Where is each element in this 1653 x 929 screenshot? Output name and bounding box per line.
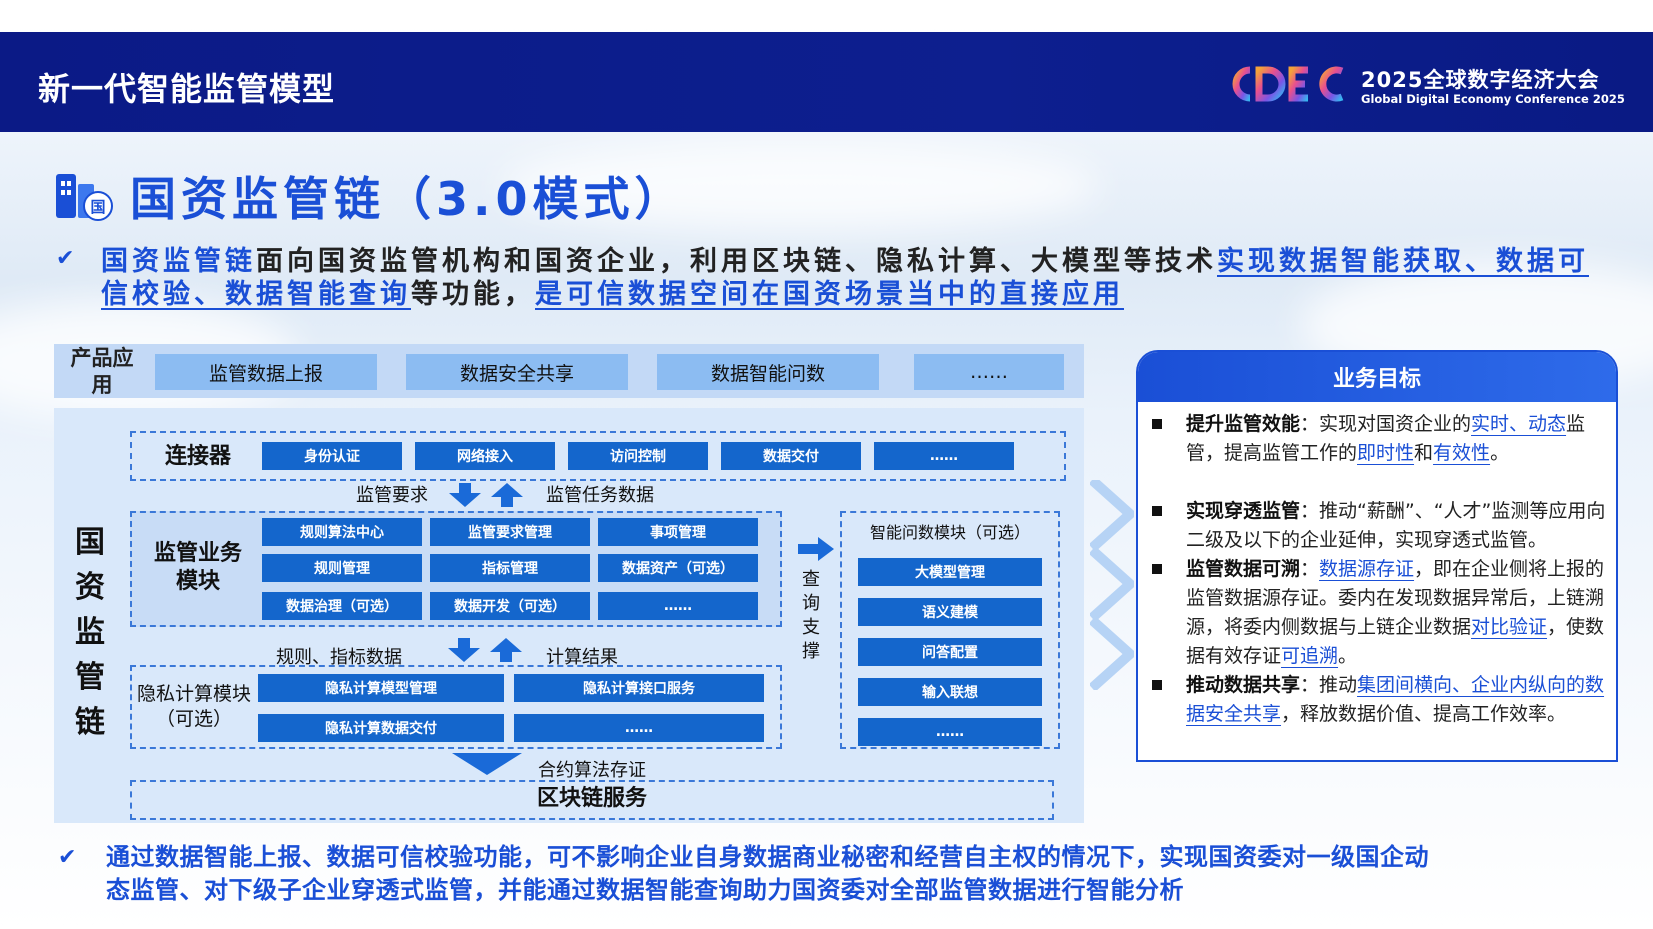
- goal-underline: 对比验证: [1471, 616, 1548, 638]
- connector-label: 连接器: [164, 444, 231, 469]
- blockchain-label: 区块链服务: [536, 786, 647, 811]
- qa-item: 大模型管理: [858, 558, 1042, 586]
- qa-item: ……: [858, 718, 1042, 746]
- business-item: 事项管理: [598, 518, 758, 546]
- arrow-down-icon: [448, 638, 480, 662]
- arrow-right-icon: [798, 537, 834, 561]
- goal-title: 提升监管效能: [1186, 413, 1301, 435]
- chain-label: 国资监管链: [75, 525, 105, 740]
- privacy-item: 隐私计算模型管理: [258, 674, 504, 702]
- goal-underline: 有效性: [1433, 442, 1491, 464]
- check-icon: ✔: [58, 845, 77, 870]
- chevron-right-icon: [1090, 480, 1134, 690]
- section-title: 国资监管链（3.0模式）: [130, 172, 686, 226]
- goal-text: ：: [1300, 558, 1320, 580]
- goal-title: 监管数据可溯: [1186, 558, 1301, 580]
- connector-item: 身份认证: [262, 442, 402, 470]
- business-item: 规则管理: [262, 554, 422, 582]
- business-item: ……: [598, 592, 758, 620]
- product-item: ……: [914, 354, 1064, 390]
- intro-text: 面向国资监管机构和国资企业，利用区块链、隐私计算、大模型等技术: [256, 246, 1217, 277]
- goal-underline: 可追溯: [1281, 645, 1339, 667]
- goal-title: 推动数据共享: [1186, 674, 1301, 696]
- business-item: 数据开发（可选）: [430, 592, 590, 620]
- privacy-item: ……: [514, 714, 764, 742]
- product-item: 数据智能问数: [657, 354, 879, 390]
- check-icon: ✔: [56, 246, 75, 271]
- query-support-label: 查询支撑: [802, 569, 820, 662]
- flow-label: 监管任务数据: [546, 485, 654, 506]
- goal-text: ：推动: [1300, 674, 1358, 696]
- qa-item: 语义建模: [858, 598, 1042, 626]
- arrow-down-icon: [449, 483, 481, 507]
- bullet-icon: [1152, 419, 1162, 429]
- intro-underline: 是可信数据空间在国资场景当中的直接应用: [535, 279, 1124, 310]
- connector-item: 网络接入: [415, 442, 555, 470]
- building-icon: 国: [56, 174, 113, 221]
- header-bar: 新一代智能监管模型 2025全球数字经济大会 Global Digital Ec…: [0, 32, 1653, 132]
- bullet-icon: [1152, 680, 1162, 690]
- qa-item: 问答配置: [858, 638, 1042, 666]
- flow-label: 合约算法存证: [538, 760, 646, 781]
- conclusion-line: 态监管、对下级子企业穿透式监管，并能通过数据智能查询助力国资委对全部监管数据进行…: [106, 876, 1184, 904]
- goal-text: 。: [1490, 442, 1510, 464]
- business-item: 规则算法中心: [262, 518, 422, 546]
- section-icon-glyph: 国: [90, 198, 105, 216]
- bullet-icon: [1152, 564, 1162, 574]
- product-label: 产品应用: [70, 346, 134, 397]
- business-item: 数据资产（可选）: [598, 554, 758, 582]
- conclusion-line: 通过数据智能上报、数据可信校验功能，可不影响企业自身数据商业秘密和经营自主权的情…: [106, 843, 1429, 871]
- bullet-icon: [1152, 506, 1162, 516]
- goal-text: ，释放数据价值、提高工作效率。: [1281, 703, 1567, 725]
- goal-underline: 实时、动态: [1471, 413, 1567, 435]
- arrow-up-icon: [491, 483, 523, 507]
- privacy-item: 隐私计算接口服务: [514, 674, 764, 702]
- goal-text: ：实现对国资企业的: [1300, 413, 1472, 435]
- privacy-item: 隐私计算数据交付: [258, 714, 504, 742]
- business-goals-title: 业务目标: [1138, 352, 1616, 402]
- intro-highlight: 国资监管链: [101, 246, 256, 277]
- intro-paragraph: 国资监管链面向国资监管机构和国资企业，利用区块链、隐私计算、大模型等技术实现数据…: [101, 245, 1601, 311]
- goal-text: 。: [1338, 645, 1358, 667]
- business-item: 数据治理（可选）: [262, 592, 422, 620]
- intro-text: 等功能，: [411, 279, 535, 310]
- arrow-up-icon: [490, 638, 522, 662]
- connector-item: ……: [874, 442, 1014, 470]
- qa-module-frame: [840, 511, 1060, 749]
- business-module-label: 监管业务模块: [153, 541, 242, 594]
- conference-name-cn: 2025全球数字经济大会: [1361, 68, 1600, 92]
- business-item: 监管要求管理: [430, 518, 590, 546]
- goal-underline: 数据源存证: [1319, 558, 1415, 580]
- product-item: 监管数据上报: [155, 354, 377, 390]
- goal-text: 和: [1414, 442, 1434, 464]
- qa-module-label: 智能问数模块（可选）: [869, 523, 1030, 542]
- product-item: 数据安全共享: [406, 354, 628, 390]
- gdec-logo: [1232, 66, 1344, 102]
- arrow-down-icon: [452, 753, 522, 775]
- conference-name-en: Global Digital Economy Conference 2025: [1361, 92, 1625, 106]
- goal-underline: 即时性: [1357, 442, 1415, 464]
- page-title: 新一代智能监管模型: [38, 70, 336, 108]
- goal-title: 实现穿透监管: [1186, 500, 1301, 522]
- connector-item: 访问控制: [568, 442, 708, 470]
- business-item: 指标管理: [430, 554, 590, 582]
- qa-item: 输入联想: [858, 678, 1042, 706]
- connector-item: 数据交付: [721, 442, 861, 470]
- flow-label: 监管要求: [356, 485, 428, 506]
- privacy-module-label: 隐私计算模块（可选）: [136, 683, 251, 730]
